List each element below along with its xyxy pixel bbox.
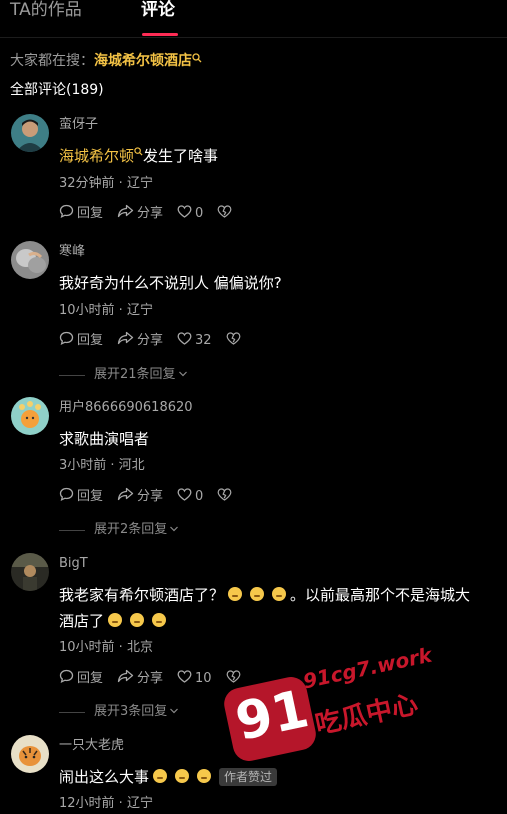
reply-icon — [59, 204, 77, 224]
avatar[interactable] — [11, 114, 49, 152]
dislike-button[interactable] — [217, 487, 235, 507]
avatar[interactable] — [11, 397, 49, 435]
comment-meta: 10小时前 · 辽宁 — [59, 303, 153, 318]
like-button[interactable]: 10 — [177, 669, 212, 689]
search-term[interactable]: 海城希尔顿酒店 — [94, 53, 192, 69]
author-liked-badge: 作者赞过 — [219, 768, 278, 786]
watermark-number: 91 — [230, 679, 314, 753]
dislike-icon — [226, 331, 244, 351]
comment-text: 发生了啥事 — [143, 147, 219, 165]
divider — [59, 711, 85, 713]
avatar[interactable] — [11, 241, 49, 279]
comment-author[interactable]: BigT — [59, 555, 88, 573]
emoji-icon — [197, 769, 212, 783]
watermark-url: 91cg7.work — [300, 642, 434, 694]
comment-actions: 回复 分享 32 — [59, 331, 258, 351]
share-button[interactable]: 分享 — [117, 204, 163, 224]
like-button[interactable]: 0 — [177, 487, 204, 507]
reply-icon — [59, 487, 77, 507]
emoji-icon — [108, 613, 123, 627]
watermark-name: 吃瓜中心 — [312, 689, 421, 741]
dislike-icon — [217, 487, 235, 507]
like-button[interactable]: 0 — [177, 204, 204, 224]
heart-icon — [177, 487, 195, 507]
share-icon — [117, 669, 137, 689]
like-count: 32 — [195, 333, 212, 348]
tab-bar: TA的作品 评论 — [0, 0, 507, 38]
comment-meta: 12小时前 · 辽宁 — [59, 796, 153, 811]
watermark: 91 91cg7.work 吃瓜中心 — [221, 634, 434, 784]
comment-content: 我老家有希尔顿酒店了？ 。以前最高那个不是海城大 酒店了 — [59, 586, 471, 630]
emoji-icon — [228, 587, 243, 601]
comment-search-link[interactable]: 海城希尔顿 — [59, 147, 134, 165]
emoji-icon — [152, 613, 167, 627]
like-count: 0 — [195, 489, 204, 504]
comment-meta: 32分钟前 · 辽宁 — [59, 176, 153, 191]
dislike-icon — [217, 204, 235, 224]
comment-actions: 回复 分享 10 — [59, 669, 258, 689]
expand-replies-button[interactable]: 展开2条回复 — [59, 521, 179, 539]
reply-icon — [59, 669, 77, 689]
comment-content: 海城希尔顿 发生了啥事 — [59, 143, 218, 169]
comment-author[interactable]: 用户8666690618620 — [59, 399, 193, 417]
expand-replies-button[interactable]: 展开21条回复 — [59, 366, 188, 384]
emoji-icon — [250, 587, 265, 601]
chevron-down-icon — [167, 521, 179, 539]
share-button[interactable]: 分享 — [117, 331, 163, 351]
heart-icon — [177, 669, 195, 689]
share-icon — [117, 331, 137, 351]
divider — [59, 529, 85, 531]
emoji-icon — [130, 613, 145, 627]
share-button[interactable]: 分享 — [117, 669, 163, 689]
avatar[interactable] — [11, 553, 49, 591]
emoji-icon — [272, 587, 287, 601]
chevron-down-icon — [176, 366, 188, 384]
comment-meta: 10小时前 · 北京 — [59, 640, 153, 655]
reply-button[interactable]: 回复 — [59, 204, 103, 224]
tab-comments[interactable]: 评论 — [141, 0, 175, 22]
chevron-down-icon — [167, 703, 179, 721]
active-tab-indicator — [142, 33, 178, 36]
share-icon — [117, 487, 137, 507]
heart-icon — [177, 331, 195, 351]
emoji-icon — [153, 769, 168, 783]
tab-works[interactable]: TA的作品 — [10, 0, 82, 22]
expand-replies-button[interactable]: 展开3条回复 — [59, 703, 179, 721]
reply-icon — [59, 331, 77, 351]
like-count: 0 — [195, 206, 204, 221]
avatar[interactable] — [11, 735, 49, 773]
like-button[interactable]: 32 — [177, 331, 212, 351]
comment-actions: 回复 分享 0 — [59, 487, 249, 507]
comment-author[interactable]: 一只大老虎 — [59, 737, 124, 755]
comment-content: 求歌曲演唱者 — [59, 430, 150, 448]
dislike-button[interactable] — [226, 669, 244, 689]
comment-meta: 3小时前 · 河北 — [59, 458, 145, 473]
comment-content: 我好奇为什么不说别人 偏偏说你? — [59, 274, 282, 292]
comments-total: 全部评论(189) — [10, 82, 104, 98]
comment-content: 闹出这么大事 作者赞过 — [59, 764, 278, 790]
emoji-icon — [175, 769, 190, 783]
search-icon — [192, 49, 202, 69]
dislike-button[interactable] — [226, 331, 244, 351]
comment-author[interactable]: 蛮伢子 — [59, 116, 98, 134]
share-icon — [117, 204, 137, 224]
share-button[interactable]: 分享 — [117, 487, 163, 507]
reply-button[interactable]: 回复 — [59, 669, 103, 689]
comment-author[interactable]: 寒峰 — [59, 243, 85, 261]
search-prefix: 大家都在搜： — [10, 53, 94, 69]
reply-button[interactable]: 回复 — [59, 487, 103, 507]
reply-button[interactable]: 回复 — [59, 331, 103, 351]
heart-icon — [177, 204, 195, 224]
dislike-icon — [226, 669, 244, 689]
search-suggestion[interactable]: 大家都在搜：海城希尔顿酒店 — [10, 51, 202, 71]
like-count: 10 — [195, 671, 212, 686]
search-icon — [134, 147, 143, 165]
comment-actions: 回复 分享 0 — [59, 204, 249, 224]
dislike-button[interactable] — [217, 204, 235, 224]
divider — [59, 374, 85, 376]
